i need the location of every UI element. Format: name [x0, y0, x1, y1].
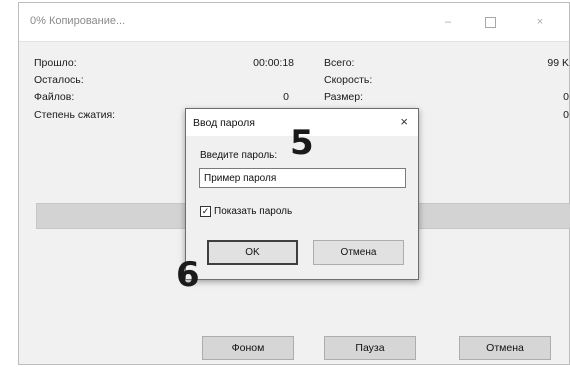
elapsed-label: Прошло:	[34, 57, 77, 69]
ok-button[interactable]: OK	[207, 240, 298, 265]
pause-button[interactable]: Пауза	[324, 336, 416, 360]
cancel-copy-button[interactable]: Отмена	[459, 336, 551, 360]
remaining-label: Осталось:	[34, 74, 84, 86]
password-input[interactable]	[199, 168, 406, 188]
background-button[interactable]: Фоном	[202, 336, 294, 360]
dialog-cancel-button[interactable]: Отмена	[313, 240, 404, 265]
step-5-marker: 5	[290, 123, 314, 163]
password-prompt: Введите пароль:	[200, 150, 278, 161]
total-value: 99 K	[547, 57, 569, 69]
step-6-marker: 6	[176, 255, 200, 295]
maximize-button[interactable]	[473, 3, 507, 41]
size-label: Размер:	[324, 91, 364, 103]
elapsed-value: 00:00:18	[253, 57, 294, 69]
size-value: 0	[563, 91, 569, 103]
files-label: Файлов:	[34, 91, 75, 103]
show-password-toggle[interactable]: ✓ Показать пароль	[200, 206, 292, 217]
packed-value: 0	[563, 109, 569, 121]
compression-label: Степень сжатия:	[34, 109, 116, 121]
close-button[interactable]: ×	[523, 3, 557, 41]
files-value: 0	[283, 91, 289, 103]
window-title: 0% Копирование...	[30, 15, 126, 27]
total-label: Всего:	[324, 57, 355, 69]
maximize-icon	[484, 16, 496, 28]
show-password-checkbox[interactable]: ✓	[200, 206, 211, 217]
dialog-title: Ввод пароля	[193, 117, 255, 129]
dialog-close-icon[interactable]: ×	[400, 114, 408, 129]
show-password-label: Показать пароль	[214, 206, 293, 217]
minimize-button[interactable]: –	[431, 3, 465, 41]
speed-label: Скорость:	[324, 74, 373, 86]
title-bar: 0% Копирование... – ×	[19, 3, 569, 42]
